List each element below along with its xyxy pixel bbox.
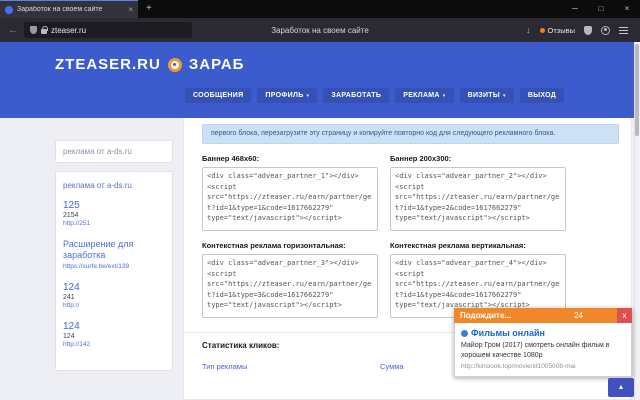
logo-suffix: ЗАРАБ (188, 56, 245, 73)
browser-tab-strip: Заработок на своем сайте × + ─ □ × (0, 0, 640, 18)
toolbar-actions: ↓ Отзывы (526, 25, 640, 35)
sidebar-widget-header: реклама от a-ds.ru (55, 140, 173, 163)
ad-url-link[interactable]: http://142 (63, 341, 165, 348)
banner-label: Контекстная реклама горизонтальная: (202, 241, 346, 251)
popup-wait-text: Подождите... (460, 311, 512, 321)
ad-popup-body: Фильмы онлайн Майор Гром (2017) смотреть… (454, 323, 632, 377)
main-nav: СООБЩЕНИЯ ПРОФИЛЬ ▾ ЗАРАБОТАТЬ РЕКЛАМА ▾… (0, 73, 640, 103)
new-tab-button[interactable]: + (138, 0, 160, 18)
popup-ad-title-link[interactable]: Фильмы онлайн (461, 328, 625, 338)
tab-title: Заработок на своем сайте (17, 6, 103, 13)
adblock-shield-icon[interactable] (584, 25, 592, 35)
window-minimize-button[interactable]: ─ (562, 0, 588, 18)
banner-code-textarea[interactable]: <div class="advear_partner_2"></div><scr… (390, 167, 566, 232)
banner-block-context-horizontal: Контекстная реклама горизонтальная: <div… (202, 241, 378, 319)
browser-toolbar: ← zteaser.ru Заработок на своем сайте ↓ … (0, 18, 640, 42)
scroll-top-button[interactable]: ▲ (608, 378, 634, 397)
chevron-down-icon: ▾ (306, 92, 310, 99)
page-scrollbar[interactable] (634, 42, 640, 400)
tracking-shield-icon[interactable] (30, 26, 37, 34)
banner-code-textarea[interactable]: <div class="advear_partner_1"></div><scr… (202, 167, 378, 232)
banner-block-context-vertical: Контекстная реклама вертикальная: <div c… (390, 241, 566, 319)
ad-number-link[interactable]: 124 (63, 321, 165, 332)
reviews-dot-icon (539, 27, 545, 33)
banner-block-468x60: Баннер 468x60: <div class="advear_partne… (202, 154, 378, 232)
popup-ad-url[interactable]: http://kinslook.top/movie/id1005008-mai (461, 363, 625, 370)
sidebar-ads-list: реклама от a-ds.ru 125 2154 http://251 Р… (55, 171, 173, 371)
browser-tab[interactable]: Заработок на своем сайте × (0, 0, 138, 18)
list-item: 125 2154 http://251 (63, 200, 165, 227)
ad-count: 124 (63, 332, 75, 340)
sidebar-list-title: реклама от a-ds.ru (63, 181, 132, 190)
nav-item-visits[interactable]: ВИЗИТЫ ▾ (459, 88, 514, 103)
scrollbar-thumb[interactable] (635, 44, 639, 136)
address-bar[interactable]: zteaser.ru (24, 22, 192, 38)
back-button[interactable]: ← (0, 25, 24, 36)
window-maximize-button[interactable]: □ (588, 0, 614, 18)
tab-close-icon[interactable]: × (128, 5, 133, 14)
banner-label: Баннер 468x60: (202, 154, 259, 164)
popup-ad-icon (461, 329, 468, 337)
nav-item-ads[interactable]: РЕКЛАМА ▾ (395, 88, 454, 103)
nav-item-earn[interactable]: ЗАРАБОТАТЬ (323, 88, 390, 103)
nav-item-logout[interactable]: ВЫХОД (519, 88, 565, 103)
downloads-icon[interactable]: ↓ (526, 25, 531, 35)
ad-url-link[interactable]: http://251 (63, 220, 165, 227)
window-controls: ─ □ × (562, 0, 640, 18)
logo-eye-icon (167, 57, 182, 72)
ads-sidebar: реклама от a-ds.ru реклама от a-ds.ru 12… (55, 118, 173, 371)
ad-popup-header: Подождите... 24 x (454, 308, 632, 324)
window-close-button[interactable]: × (614, 0, 640, 18)
lock-icon[interactable] (41, 26, 48, 34)
info-alert: первого блока, перезагрузите эту страниц… (202, 124, 619, 145)
popup-ad-text: Майор Гром (2017) смотреть онлайн фильм … (461, 342, 610, 359)
site-header: ZTEASER.RU ЗАРАБ СООБЩЕНИЯ ПРОФИЛЬ ▾ ЗАР… (0, 42, 640, 118)
logo[interactable]: ZTEASER.RU ЗАРАБ (0, 42, 640, 73)
banner-block-200x300: Баннер 200x300: <div class="advear_partn… (390, 154, 566, 232)
ad-count: 241 (63, 293, 75, 301)
ad-url-link[interactable]: https://surfe.be/ext/139 (63, 263, 165, 270)
reviews-label: Отзывы (547, 25, 575, 35)
menu-icon[interactable] (619, 26, 628, 34)
stats-column-type[interactable]: Тип рекламы (202, 362, 380, 371)
banner-code-grid: Баннер 468x60: <div class="advear_partne… (202, 154, 621, 319)
banner-label: Баннер 200x300: (390, 154, 452, 164)
logo-text: ZTEASER.RU (55, 56, 161, 73)
chevron-down-icon: ▾ (503, 92, 506, 99)
ad-popup: Подождите... 24 x Фильмы онлайн Майор Гр… (454, 308, 632, 377)
ad-number-link[interactable]: 124 (63, 282, 165, 293)
ad-url-link[interactable]: http:// (63, 302, 165, 309)
ad-title-link[interactable]: Расширение для заработка (63, 239, 165, 262)
popup-close-button[interactable]: x (617, 308, 632, 324)
ad-number-link[interactable]: 125 (63, 200, 165, 211)
reviews-extension-button[interactable]: Отзывы (539, 25, 575, 35)
nav-item-messages[interactable]: СООБЩЕНИЯ (185, 88, 252, 103)
account-icon[interactable] (601, 25, 610, 35)
ad-count: 2154 (63, 212, 79, 219)
list-item: Расширение для заработка https://surfe.b… (63, 239, 165, 270)
list-item: 124 124 http://142 (63, 321, 165, 348)
url-text: zteaser.ru (51, 25, 87, 35)
chevron-down-icon: ▾ (442, 92, 446, 99)
banner-label: Контекстная реклама вертикальная: (390, 241, 526, 251)
popup-countdown: 24 (574, 311, 583, 321)
list-item: 124 241 http:// (63, 282, 165, 309)
nav-item-profile[interactable]: ПРОФИЛЬ ▾ (257, 88, 318, 103)
banner-code-textarea[interactable]: <div class="advear_partner_3"></div><scr… (202, 254, 378, 319)
tab-favicon-icon (5, 5, 13, 14)
